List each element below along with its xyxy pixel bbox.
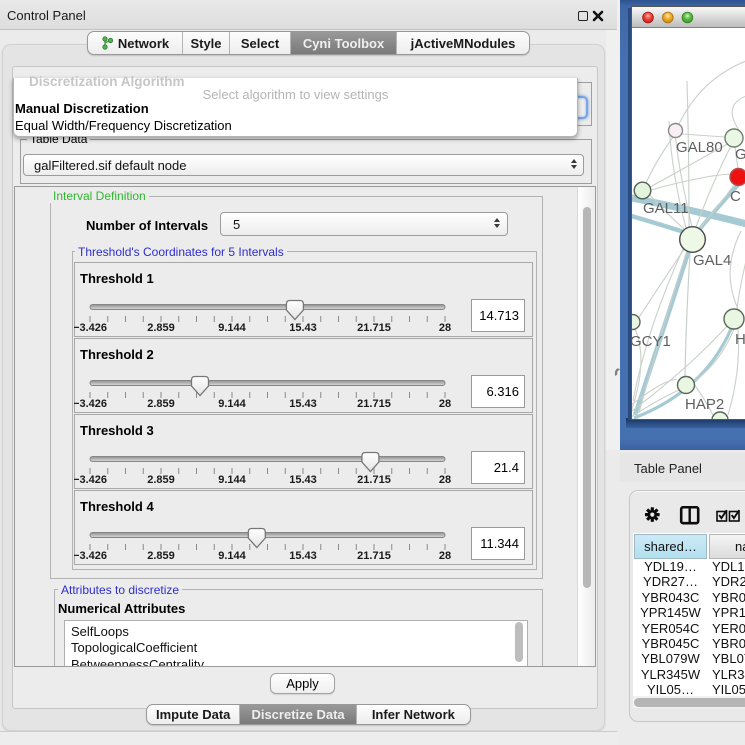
svg-text:2.859: 2.859 (147, 322, 175, 334)
svg-text:GAL4: GAL4 (693, 252, 731, 269)
svg-text:−3.426: −3.426 (74, 322, 107, 334)
svg-text:28: 28 (439, 398, 451, 410)
svg-text:9.144: 9.144 (218, 550, 246, 562)
svg-text:15.43: 15.43 (289, 474, 317, 486)
svg-text:15.43: 15.43 (289, 322, 317, 334)
svg-text:28: 28 (439, 550, 451, 562)
svg-text:−3.426: −3.426 (74, 550, 107, 562)
svg-text:15.43: 15.43 (289, 398, 317, 410)
svg-text:GCY1: GCY1 (632, 333, 671, 350)
svg-text:9.144: 9.144 (218, 398, 246, 410)
svg-text:28: 28 (439, 474, 451, 486)
svg-text:15.43: 15.43 (289, 550, 317, 562)
svg-text:GAL11: GAL11 (643, 200, 689, 217)
svg-text:C: C (730, 188, 741, 205)
svg-text:21.715: 21.715 (357, 322, 391, 334)
svg-text:21.715: 21.715 (357, 474, 391, 486)
svg-text:9.144: 9.144 (218, 474, 246, 486)
svg-text:−3.426: −3.426 (74, 474, 107, 486)
svg-text:2.859: 2.859 (147, 398, 175, 410)
svg-text:21.715: 21.715 (357, 398, 391, 410)
svg-text:HA: HA (735, 331, 745, 348)
svg-text:28: 28 (439, 322, 451, 334)
svg-text:GAL80: GAL80 (676, 139, 723, 156)
svg-text:GAL: GAL (735, 146, 745, 163)
svg-text:21.715: 21.715 (357, 550, 391, 562)
svg-text:−3.426: −3.426 (74, 398, 107, 410)
svg-text:9.144: 9.144 (218, 322, 246, 334)
svg-text:2.859: 2.859 (147, 550, 175, 562)
svg-text:2.859: 2.859 (147, 474, 175, 486)
svg-text:HAP2: HAP2 (685, 396, 724, 413)
